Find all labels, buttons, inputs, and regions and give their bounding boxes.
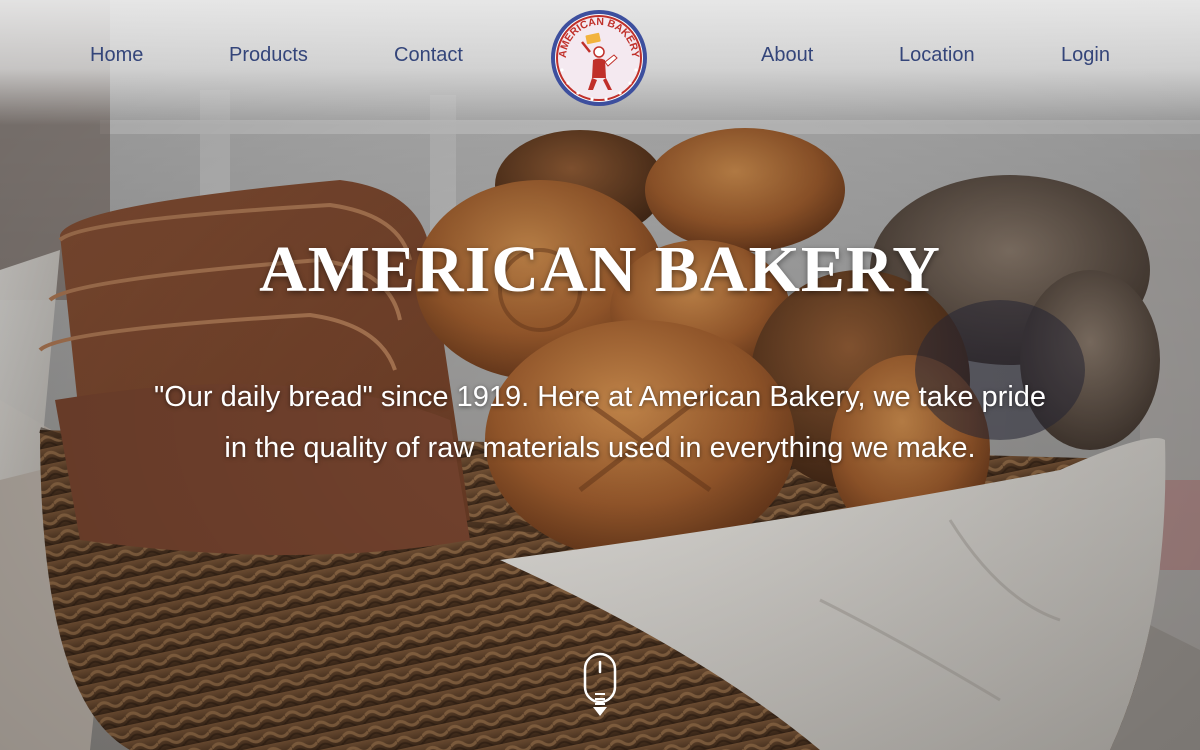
hero-section: Home Products Contact AMERICAN BAKERY Ab… (0, 0, 1200, 750)
nav-home-link[interactable]: Home (90, 44, 143, 67)
nav-location-link[interactable]: Location (899, 44, 975, 67)
nav-products-link[interactable]: Products (229, 44, 308, 67)
american-bakery-logo[interactable]: AMERICAN BAKERY (548, 8, 650, 108)
hero-tagline: "Our daily bread" since 1919. Here at Am… (153, 381, 1047, 464)
hero-title: AMERICAN BAKERY (259, 233, 941, 306)
nav-contact-link[interactable]: Contact (394, 44, 463, 67)
mouse-scroll-down-icon[interactable] (582, 652, 618, 722)
nav-about-link[interactable]: About (761, 44, 813, 67)
nav-login-link[interactable]: Login (1061, 44, 1110, 67)
